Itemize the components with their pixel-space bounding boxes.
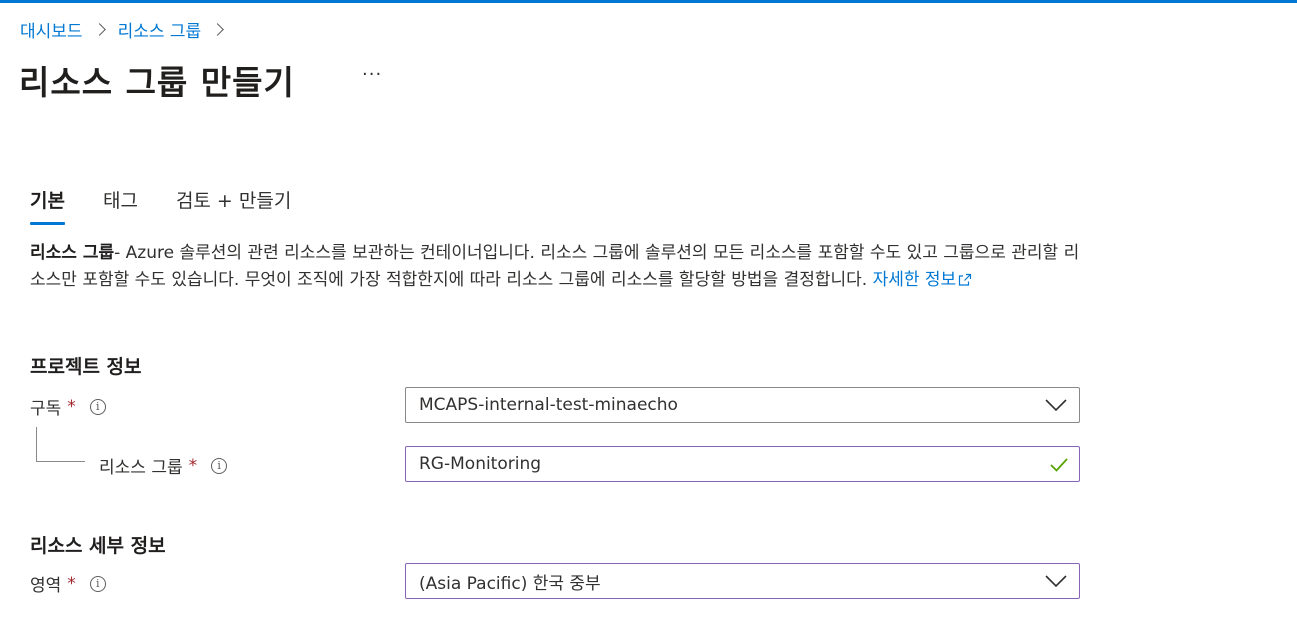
- subscription-value: MCAPS-internal-test-minaecho: [419, 395, 678, 415]
- page-title: 리소스 그룹 만들기: [19, 63, 295, 102]
- region-value: (Asia Pacific) 한국 중부: [419, 573, 601, 594]
- required-asterisk: *: [67, 396, 76, 417]
- resource-details-heading: 리소스 세부 정보: [30, 535, 166, 557]
- breadcrumb-dashboard-link[interactable]: 대시보드: [20, 17, 83, 42]
- chevron-right-icon: [211, 23, 225, 36]
- required-asterisk: *: [188, 455, 198, 476]
- project-details-heading: 프로젝트 정보: [30, 356, 142, 378]
- breadcrumb: 대시보드 리소스 그룹: [20, 17, 236, 42]
- chevron-down-icon: [1045, 399, 1067, 412]
- description-bold-term: 리소스 그룹: [30, 243, 115, 263]
- info-icon[interactable]: i: [89, 575, 106, 592]
- region-label-group: 영역 * i: [30, 571, 106, 596]
- subscription-label-group: 구독 * i: [30, 394, 106, 419]
- tab-bar: 기본 태그 검토 + 만들기: [30, 186, 329, 225]
- external-link-icon: [959, 273, 972, 286]
- breadcrumb-resource-groups-link[interactable]: 리소스 그룹: [118, 17, 202, 42]
- region-label: 영역: [30, 576, 62, 596]
- subscription-dropdown[interactable]: MCAPS-internal-test-minaecho: [405, 387, 1080, 423]
- description-text: 리소스 그룹- Azure 솔루션의 관련 리소스를 보관하는 컨테이너입니다.…: [30, 240, 1090, 294]
- tab-review-create[interactable]: 검토 + 만들기: [176, 186, 291, 225]
- learn-more-link[interactable]: 자세한 정보: [873, 270, 973, 290]
- more-options-button[interactable]: ···: [362, 64, 382, 85]
- top-accent-bar: [0, 0, 1297, 3]
- region-dropdown[interactable]: (Asia Pacific) 한국 중부: [405, 563, 1080, 599]
- required-asterisk: *: [67, 573, 76, 594]
- resource-group-label-group: 리소스 그룹 * i: [99, 453, 228, 478]
- tree-connector: [36, 427, 85, 462]
- info-icon[interactable]: i: [211, 457, 228, 474]
- tab-basics[interactable]: 기본: [30, 186, 65, 225]
- info-icon[interactable]: i: [89, 398, 106, 415]
- resource-group-input[interactable]: RG-Monitoring: [405, 446, 1080, 482]
- subscription-label: 구독: [30, 399, 62, 419]
- resource-group-value: RG-Monitoring: [419, 454, 542, 474]
- checkmark-icon: [1050, 458, 1068, 472]
- learn-more-label: 자세한 정보: [872, 270, 957, 290]
- chevron-right-icon: [92, 23, 106, 36]
- resource-group-label: 리소스 그룹: [99, 458, 183, 478]
- chevron-down-icon: [1045, 575, 1067, 588]
- tab-tags[interactable]: 태그: [103, 186, 138, 225]
